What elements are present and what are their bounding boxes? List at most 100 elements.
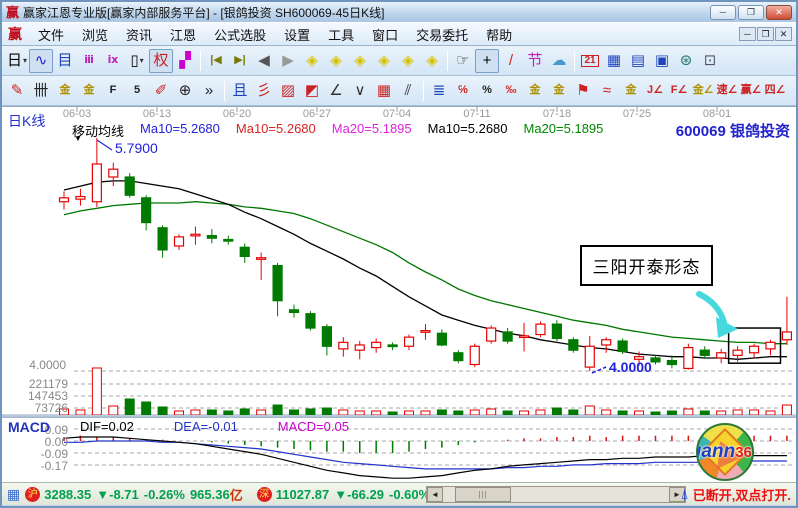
sh-index-amount: 965.36: [190, 487, 230, 502]
gold-grid-button[interactable]: 金: [53, 79, 77, 103]
stats-button[interactable]: ≣: [427, 79, 451, 103]
calculator-button[interactable]: ▦: [602, 49, 626, 73]
timeshare-chart-button[interactable]: ∿: [29, 49, 53, 73]
percent-button[interactable]: %: [475, 79, 499, 103]
wave3-button[interactable]: ⅲ: [77, 49, 101, 73]
diamond-vzoom-button[interactable]: ◈: [420, 49, 444, 73]
drag-hand-icon: ☞: [456, 53, 469, 68]
date-tick-label: 06-03: [63, 108, 91, 120]
volume-chart-button[interactable]: ▞: [173, 49, 197, 73]
period-day-button[interactable]: 日▾: [5, 49, 29, 73]
percent-retrace-button[interactable]: ℅: [451, 79, 475, 103]
gann-fan-button[interactable]: 彡: [252, 79, 276, 103]
child-close-button[interactable]: ✕: [775, 27, 792, 41]
close-button[interactable]: ✕: [766, 5, 792, 20]
net-sync-button[interactable]: ⊛: [674, 49, 698, 73]
menu-item[interactable]: 窗口: [364, 23, 406, 46]
j-angle-button[interactable]: J∠: [643, 79, 667, 103]
diamond-right-button[interactable]: ◈: [324, 49, 348, 73]
menu-item[interactable]: 工具: [320, 23, 362, 46]
box-measure-button[interactable]: 且: [228, 79, 252, 103]
scroll-left-button[interactable]: ◄: [427, 487, 443, 502]
grid-lines-button[interactable]: 卌: [29, 79, 53, 103]
menu-item[interactable]: 资讯: [118, 23, 160, 46]
crosshair-button[interactable]: +: [475, 49, 499, 73]
gold-circle-icon: 金: [530, 85, 541, 96]
cycle-circle-button[interactable]: ⊕: [173, 79, 197, 103]
wave9-button[interactable]: ⅸ: [101, 49, 125, 73]
ai-analysis-button[interactable]: ☁: [547, 49, 571, 73]
f-angle-button[interactable]: F∠: [667, 79, 691, 103]
angle-line-button[interactable]: ∠: [324, 79, 348, 103]
maximize-button[interactable]: ❐: [738, 5, 764, 20]
draw-pen-button[interactable]: ✎: [5, 79, 29, 103]
toolbar-separator: [200, 51, 201, 71]
gold-angle-button[interactable]: 金∠: [691, 79, 715, 103]
save-button[interactable]: ▣: [650, 49, 674, 73]
gann-square-button[interactable]: ◩: [300, 79, 324, 103]
date-tick-label: 06-13: [143, 108, 171, 120]
calendar-button[interactable]: 21: [578, 49, 602, 73]
ma-label: Ma10=5.2680: [236, 121, 316, 140]
diamond-left-button[interactable]: ◈: [300, 49, 324, 73]
gold-line-button[interactable]: 金: [547, 79, 571, 103]
dropdown-arrow-icon: ▾: [140, 57, 144, 65]
scrollbar-thumb[interactable]: |||: [455, 487, 511, 502]
last-page-button[interactable]: ▶|: [228, 49, 252, 73]
grid9-button[interactable]: ▦: [372, 79, 396, 103]
child-minimize-button[interactable]: ─: [739, 27, 756, 41]
child-restore-button[interactable]: ❐: [757, 27, 774, 41]
menu-item[interactable]: 交易委托: [408, 23, 476, 46]
quote-table-icon[interactable]: ▦: [7, 486, 20, 503]
connection-status[interactable]: ⍋ 已断开,双点打开.: [672, 485, 791, 504]
macd-panel-label: MACD: [8, 419, 50, 435]
diamond-hzoom-button[interactable]: ◈: [396, 49, 420, 73]
diamond-expand-button[interactable]: ◈: [348, 49, 372, 73]
fib-grid-button[interactable]: F: [101, 79, 125, 103]
menu-item[interactable]: 浏览: [74, 23, 116, 46]
menu-item[interactable]: 帮助: [478, 23, 520, 46]
gann-market-button[interactable]: 节: [523, 49, 547, 73]
wave-ruler-button[interactable]: ≈: [595, 79, 619, 103]
menu-item[interactable]: 公式选股: [206, 23, 274, 46]
horizontal-scrollbar[interactable]: ◄ ||| ►: [426, 486, 686, 503]
gold-grid2-button[interactable]: 金: [77, 79, 101, 103]
save-icon: ▣: [655, 53, 669, 68]
exright-button[interactable]: 权: [149, 49, 173, 73]
permille-button[interactable]: ‰: [499, 79, 523, 103]
more-draw-icon: »: [205, 83, 213, 98]
calculator-icon: ▦: [607, 53, 621, 68]
zigzag-button[interactable]: ∨: [348, 79, 372, 103]
gold-vline-button[interactable]: 金: [619, 79, 643, 103]
minimize-button[interactable]: ─: [710, 5, 736, 20]
win-angle-button[interactable]: 赢∠: [739, 79, 763, 103]
next-button[interactable]: ▶: [276, 49, 300, 73]
menu-item[interactable]: 设置: [276, 23, 318, 46]
remote-button[interactable]: ⊡: [698, 49, 722, 73]
high-price-label: 5.7900: [115, 140, 158, 156]
channel-button[interactable]: ⫽: [396, 79, 420, 103]
first-page-button[interactable]: |◀: [204, 49, 228, 73]
drag-hand-button[interactable]: ☞: [451, 49, 475, 73]
shanghai-index-summary[interactable]: 沪 3288.35 ▼-8.71 -0.26% 965.36 亿: [25, 485, 243, 504]
candle-style-button[interactable]: ▯▾: [125, 49, 149, 73]
menu-item[interactable]: 文件: [30, 23, 72, 46]
four-angle-button[interactable]: 四∠: [763, 79, 787, 103]
wave5-grid-button[interactable]: 5: [125, 79, 149, 103]
trendline-button[interactable]: /: [499, 49, 523, 73]
gann-box-button[interactable]: ▨: [276, 79, 300, 103]
prev-button[interactable]: ◀: [252, 49, 276, 73]
more-draw-button[interactable]: »: [197, 79, 221, 103]
diamond-collapse-button[interactable]: ◈: [372, 49, 396, 73]
diamond-vzoom-icon: ◈: [426, 53, 438, 68]
notes-button[interactable]: ▤: [626, 49, 650, 73]
window-title: 赢家江恩专业版[赢家内部服务平台] - [银鸽投资 SH600069-45日K线…: [23, 4, 706, 21]
info-list-button[interactable]: 目: [53, 49, 77, 73]
menu-item[interactable]: 江恩: [162, 23, 204, 46]
brush-button[interactable]: ✐: [149, 79, 173, 103]
gold-grid-icon: 金: [60, 85, 71, 96]
gold-circle-button[interactable]: 金: [523, 79, 547, 103]
trendline-icon: /: [509, 53, 513, 68]
speed-angle-button[interactable]: 速∠: [715, 79, 739, 103]
flag-pen-button[interactable]: ⚑: [571, 79, 595, 103]
